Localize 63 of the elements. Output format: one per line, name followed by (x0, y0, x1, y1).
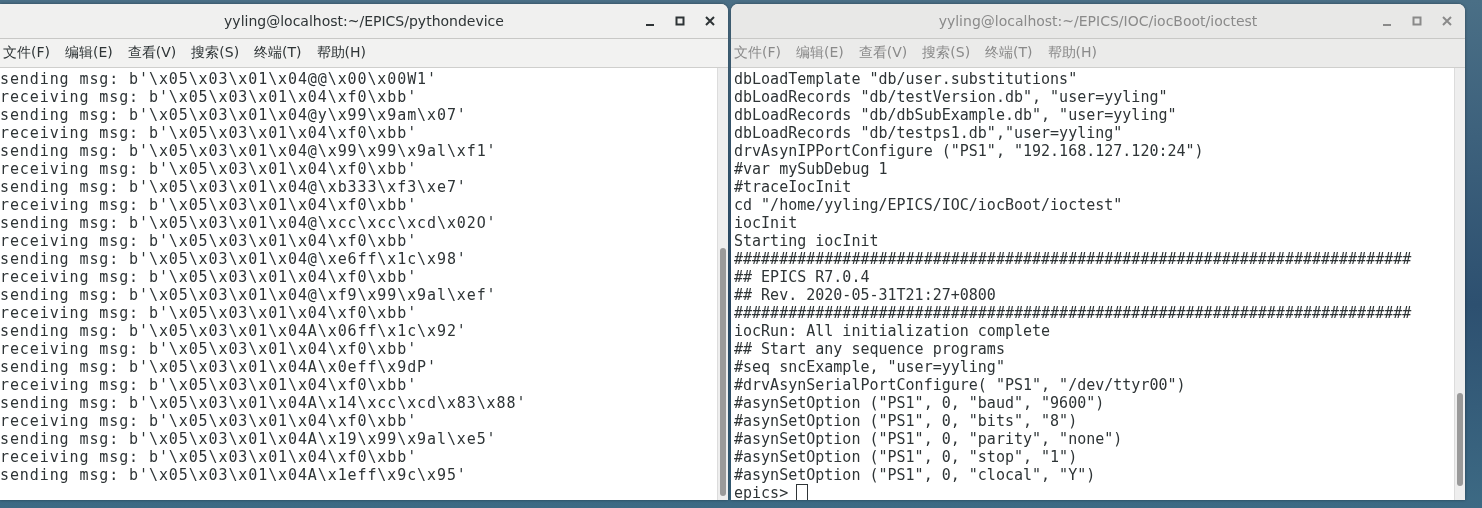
terminal-line: ## Start any sequence programs (734, 340, 1006, 358)
terminal-line: ########################################################################### (734, 250, 1413, 268)
terminal-line: receiving msg: b'\x05\x03\x01\x04\xf0\xbb' (0, 268, 419, 286)
scrollbar-thumb[interactable] (720, 248, 726, 496)
terminal-line: #asynSetOption ("PS1", 0, "clocal", "Y") (734, 466, 1097, 484)
terminal-line: #var mySubDebug 1 (734, 160, 889, 178)
terminal-line: #asynSetOption ("PS1", 0, "parity", "none") (734, 430, 1124, 448)
terminal-line: iocRun: All initialization complete (734, 322, 1052, 340)
terminal-line: ########################################################################### (734, 304, 1413, 322)
text-cursor (796, 484, 809, 500)
scrollbar-thumb[interactable] (1457, 393, 1463, 486)
terminal-line: ## EPICS R7.0.4 (734, 268, 871, 286)
terminal-line: sending msg: b'\x05\x03\x01\x04@\xcc\xcc\xcd\x02O' (0, 214, 498, 232)
terminal-line: receiving msg: b'\x05\x03\x01\x04\xf0\xbb' (0, 232, 419, 250)
terminal-line: receiving msg: b'\x05\x03\x01\x04\xf0\xbb' (0, 412, 419, 430)
terminal-line: sending msg: b'\x05\x03\x01\x04A\x14\xcc\xcd\x83\x88' (0, 394, 528, 412)
terminal-line: sending msg: b'\x05\x03\x01\x04A\x19\x99\x9al\xe5' (0, 430, 498, 448)
terminal-line: receiving msg: b'\x05\x03\x01\x04\xf0\xbb' (0, 304, 419, 322)
terminal-line: receiving msg: b'\x05\x03\x01\x04\xf0\xbb' (0, 448, 419, 466)
minimize-icon (646, 23, 654, 26)
menu-item[interactable]: 帮助(H) (316, 42, 373, 64)
terminal-line: sending msg: b'\x05\x03\x01\x04A\x06ff\x1c\x92' (0, 322, 468, 340)
terminal-line: #drvAsynSerialPortConfigure( "PS1", "/dev/ttyr00") (734, 376, 1187, 394)
maximize-icon (675, 16, 685, 26)
terminal-line: dbLoadRecords "db/dbSubExample.db", "user=yyling" (734, 106, 1178, 124)
terminal-line: receiving msg: b'\x05\x03\x01\x04\xf0\xbb' (0, 196, 419, 214)
terminal-line: sending msg: b'\x05\x03\x01\x04@\xb333\xf3\xe7' (0, 178, 468, 196)
terminal-line: sending msg: b'\x05\x03\x01\x04@\x99\x99\x9al\xf1' (0, 142, 498, 160)
menu-item[interactable]: 编辑(E) (65, 42, 119, 64)
terminal-line: #traceIocInit (734, 178, 853, 196)
menu-item[interactable]: 文件(F) (3, 42, 56, 64)
terminal-line: ## Rev. 2020-05-31T21:27+0800 (734, 286, 997, 304)
terminal-line: sending msg: b'\x05\x03\x01\x04A\x1eff\x9c\x95' (0, 466, 468, 484)
terminal-line: sending msg: b'\x05\x03\x01\x04A\x0eff\x9dP' (0, 358, 438, 376)
terminal-line: sending msg: b'\x05\x03\x01\x04@y\x99\x9am\x07' (0, 106, 468, 124)
window-title: yyling@localhost:~/EPICS/pythondevice (224, 13, 504, 29)
menu-item[interactable]: 搜索(S) (191, 42, 246, 64)
terminal-line: dbLoadRecords "db/testps1.db","user=yyling" (734, 124, 1124, 142)
terminal-line: receiving msg: b'\x05\x03\x01\x04\xf0\xbb' (0, 340, 419, 358)
window-title: yyling@localhost:~/EPICS/IOC/iocBoot/ioctest (938, 13, 1258, 29)
terminal-line: cd "/home/yyling/EPICS/IOC/iocBoot/ioctest" (734, 196, 1124, 214)
terminal-line: drvAsynIPPortConfigure ("PS1", "192.168.127.120:24") (734, 142, 1205, 160)
terminal-line: #asynSetOption ("PS1", 0, "baud", "9600") (734, 394, 1106, 412)
minimize-icon (1383, 23, 1391, 26)
terminal-line: sending msg: b'\x05\x03\x01\x04@\xf9\x99\x9al\xef' (0, 286, 498, 304)
close-icon (705, 16, 715, 26)
menu-item[interactable]: 查看(V) (127, 42, 183, 64)
terminal-line: receiving msg: b'\x05\x03\x01\x04\xf0\xbb' (0, 376, 419, 394)
terminal-line: receiving msg: b'\x05\x03\x01\x04\xf0\xbb' (0, 160, 419, 178)
terminal-line: dbLoadRecords "db/testVersion.db", "user=yyling" (734, 88, 1169, 106)
terminal-line: #asynSetOption ("PS1", 0, "bits", "8") (734, 412, 1079, 430)
terminal-line: receiving msg: b'\x05\x03\x01\x04\xf0\xbb' (0, 88, 419, 106)
terminal-line: sending msg: b'\x05\x03\x01\x04@\xe6ff\x1c\x98' (0, 250, 468, 268)
menu-item[interactable]: 终端(T) (254, 42, 308, 64)
terminal-line: sending msg: b'\x05\x03\x01\x04@@\x00\x00W1' (0, 70, 438, 88)
terminal-line: Starting iocInit (734, 232, 880, 250)
terminal-line: iocInit (734, 214, 799, 232)
terminal-line: #seq sncExample, "user=yyling" (734, 358, 1006, 376)
maximize-icon (1412, 16, 1422, 26)
terminal-line: dbLoadTemplate "db/user.substitutions" (734, 70, 1079, 88)
close-icon (1442, 16, 1452, 26)
terminal-line: receiving msg: b'\x05\x03\x01\x04\xf0\xbb' (0, 124, 419, 142)
terminal-line: #asynSetOption ("PS1", 0, "stop", "1") (734, 448, 1079, 466)
